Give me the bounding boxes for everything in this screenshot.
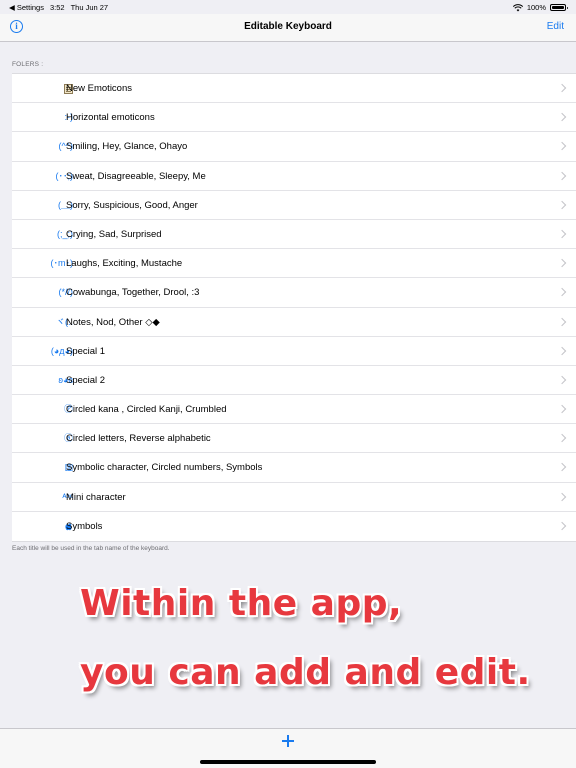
folder-row-horizontal-emoticons[interactable]: :-) Horizontal emoticons — [12, 103, 576, 133]
folder-label: Laughs, Exciting, Mustache — [66, 258, 183, 270]
status-left: ◀ Settings 3:52 Thu Jun 27 — [9, 3, 108, 12]
folder-label: Circled letters, Reverse alphabetic — [66, 433, 211, 445]
footer-note: Each title will be used in the tab name … — [12, 545, 170, 552]
folder-label: Circled kana , Circled Kanji, Crumbled — [66, 404, 227, 416]
folder-label: Special 2 — [66, 374, 106, 386]
plus-icon[interactable] — [282, 735, 294, 747]
status-right: 100% — [512, 3, 568, 12]
folder-label: Special 1 — [66, 345, 106, 357]
folder-row-circled-letters[interactable]: ⓐ Circled letters, Reverse alphabetic — [12, 424, 576, 454]
chevron-right-icon — [557, 171, 567, 180]
status-date: Thu Jun 27 — [70, 3, 109, 12]
chevron-right-icon — [557, 492, 567, 501]
chevron-right-icon — [557, 258, 567, 268]
back-to-settings-link[interactable]: ◀ Settings — [9, 3, 44, 12]
chevron-right-icon — [557, 112, 567, 122]
chevron-right-icon — [557, 200, 567, 209]
battery-fill — [552, 6, 564, 9]
chevron-right-icon — [557, 317, 567, 326]
chevron-right-icon — [557, 288, 567, 297]
battery-icon — [550, 4, 568, 11]
folder-row-notes[interactable]: ヾ(.. Notes, Nod, Other ◇◆ — [12, 308, 576, 337]
chevron-right-icon — [557, 229, 567, 239]
status-bar: ◀ Settings 3:52 Thu Jun 27 100% — [0, 0, 576, 14]
wifi-icon — [512, 3, 523, 11]
folder-label: Notes, Nod, Other ◇◆ — [66, 316, 160, 328]
folder-label: Mini character — [66, 491, 126, 503]
battery-percent: 100% — [526, 3, 546, 12]
folder-row-mini-character[interactable]: ᴬᵇᶜ Mini character — [12, 483, 576, 512]
folder-list: New Emoticons :-) Horizontal emoticons (… — [12, 73, 576, 542]
status-time: 3:52 — [49, 3, 65, 12]
promo-text-line-1: Within the app, — [80, 583, 403, 624]
folder-label: Symbolic character, Circled numbers, Sym… — [66, 462, 263, 474]
folder-row-circled-kana[interactable]: ㋐ Circled kana , Circled Kanji, Crumbled — [12, 395, 576, 425]
folder-row-laughs[interactable]: (･m･) Laughs, Exciting, Mustache — [12, 249, 576, 279]
chevron-right-icon — [557, 83, 567, 93]
folder-label: New Emoticons — [66, 83, 132, 94]
chevron-right-icon — [557, 346, 567, 355]
home-indicator — [200, 760, 376, 764]
chevron-right-icon — [557, 521, 567, 531]
navigation-bar: i Editable Keyboard Edit — [0, 14, 576, 42]
folder-label: Horizontal emoticons — [66, 112, 155, 124]
folder-label: Symbols — [66, 520, 103, 532]
section-header: FOLERS : — [12, 61, 44, 68]
nav-title: Editable Keyboard — [244, 21, 332, 32]
folder-row-symbols[interactable]: Symbols — [12, 512, 576, 541]
folder-row-smiling[interactable]: (^^) Smiling, Hey, Glance, Ohayo — [12, 132, 576, 162]
folder-row-sorry[interactable]: (＿) Sorry, Suspicious, Good, Anger — [12, 191, 576, 220]
chevron-right-icon — [557, 404, 567, 414]
chevron-right-icon — [557, 434, 567, 443]
folder-label: Smiling, Hey, Glance, Ohayo — [66, 141, 188, 153]
promo-text-line-2: you can add and edit. — [80, 652, 531, 693]
folder-row-sweat[interactable]: (･･;) Sweat, Disagreeable, Sleepy, Me — [12, 162, 576, 191]
folder-label: Cowabunga, Together, Drool, :3 — [66, 287, 200, 299]
chevron-right-icon — [557, 463, 567, 472]
folder-label: Sorry, Suspicious, Good, Anger — [66, 199, 198, 211]
chevron-right-icon — [557, 375, 567, 385]
folder-row-special-1[interactable]: (◕д◕) Special 1 — [12, 337, 576, 366]
folder-row-special-2[interactable]: ʚ◕ɞ Special 2 — [12, 366, 576, 396]
folder-row-crying[interactable]: (;_;) Crying, Sad, Surprised — [12, 220, 576, 250]
folder-row-new-emoticons[interactable]: New Emoticons — [12, 74, 576, 104]
folder-label: Crying, Sad, Surprised — [66, 228, 162, 240]
folder-row-cowabunga[interactable]: (*//) Cowabunga, Together, Drool, :3 — [12, 278, 576, 308]
edit-button[interactable]: Edit — [547, 21, 564, 32]
folder-label: Sweat, Disagreeable, Sleepy, Me — [66, 170, 206, 182]
folder-row-symbolic-character[interactable]: ▥ Symbolic character, Circled numbers, S… — [12, 453, 576, 483]
chevron-right-icon — [557, 142, 567, 151]
